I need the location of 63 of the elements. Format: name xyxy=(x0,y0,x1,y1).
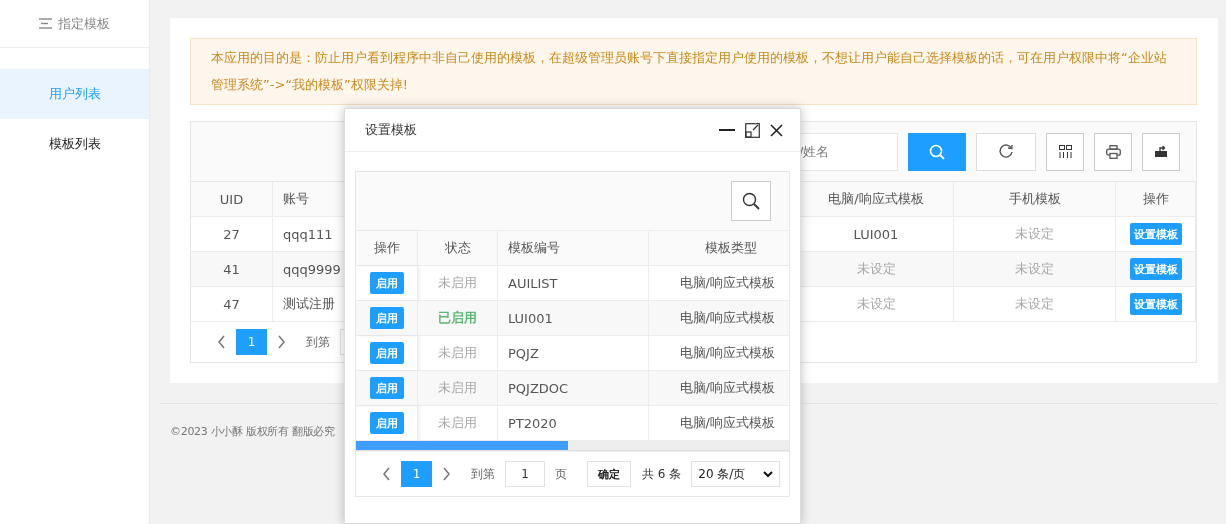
dialog-title: 设置模板 xyxy=(365,121,418,139)
table-cell: 未设定 xyxy=(954,252,1116,287)
chevron-right-icon[interactable] xyxy=(277,335,286,349)
maximize-icon[interactable] xyxy=(745,122,760,138)
column-header: 电脑/响应式模板 xyxy=(799,182,954,217)
table-cell: 电脑/响应式模板 xyxy=(649,301,789,336)
columns-button[interactable] xyxy=(1046,132,1084,171)
status-text: 未启用 xyxy=(438,274,477,292)
search-icon xyxy=(929,143,945,160)
enable-button[interactable]: 启用 xyxy=(369,307,404,329)
refresh-button[interactable] xyxy=(976,132,1036,171)
table-cell: LUI001 xyxy=(498,301,649,336)
set-template-button[interactable]: 设置模板 xyxy=(1129,293,1182,315)
print-button[interactable] xyxy=(1094,132,1132,171)
page-unit-label: 页 xyxy=(555,465,567,483)
horizontal-scrollbar[interactable] xyxy=(356,441,789,451)
search-icon xyxy=(742,192,760,210)
printer-icon xyxy=(1105,144,1121,159)
goto-label: 到第 xyxy=(471,465,495,483)
chevron-left-icon[interactable] xyxy=(382,467,391,481)
chevron-left-icon[interactable] xyxy=(217,335,226,349)
grid-icon xyxy=(1058,145,1072,158)
goto-label: 到第 xyxy=(306,333,330,351)
column-header: 模板类型 xyxy=(649,231,789,266)
caret-icon xyxy=(763,470,774,478)
set-template-button[interactable]: 设置模板 xyxy=(1129,258,1182,280)
table-cell: 电脑/响应式模板 xyxy=(649,371,789,406)
export-icon xyxy=(1154,145,1168,158)
sidebar-item[interactable]: 模板列表 xyxy=(0,119,149,169)
column-header: 模板编号 xyxy=(498,231,649,266)
table-cell: 未设定 xyxy=(954,287,1116,322)
confirm-button[interactable]: 确定 xyxy=(587,461,631,487)
total-count: 共 6 条 xyxy=(642,465,682,483)
status-text: 未启用 xyxy=(438,344,477,362)
refresh-icon xyxy=(998,143,1014,160)
column-header: UID xyxy=(191,182,273,217)
table-cell: 47 xyxy=(191,287,273,322)
page-input[interactable]: 1 xyxy=(505,461,545,487)
export-button[interactable] xyxy=(1142,132,1180,171)
sidebar-item[interactable]: 用户列表 xyxy=(0,69,149,119)
sidebar-title: 指定模板 xyxy=(58,14,110,33)
status-text: 未启用 xyxy=(438,414,477,432)
chevron-right-icon[interactable] xyxy=(442,467,451,481)
close-icon[interactable] xyxy=(770,123,783,137)
table-cell: 未设定 xyxy=(799,252,954,287)
status-text: 已启用 xyxy=(438,309,477,327)
column-header: 操作 xyxy=(356,231,418,266)
table-cell: PQJZDOC xyxy=(498,371,649,406)
page-size-select[interactable]: 20 条/页 xyxy=(691,461,781,487)
column-header: 状态 xyxy=(418,231,498,266)
page-button[interactable]: 1 xyxy=(236,329,267,355)
menu-icon xyxy=(39,18,52,29)
set-template-button[interactable]: 设置模板 xyxy=(1129,223,1182,245)
column-header: 手机模板 xyxy=(954,182,1116,217)
status-text: 未启用 xyxy=(438,379,477,397)
search-button[interactable] xyxy=(731,181,771,221)
enable-button[interactable]: 启用 xyxy=(369,342,404,364)
table-cell: 41 xyxy=(191,252,273,287)
notice-message: 本应用的目的是：防止用户看到程序中非自己使用的模板，在超级管理员账号下直接指定用户使用的模板，不想让用户能自己选择模板的话，可在用户权限中将“企业站管理系统”->“我的模板”权限关掉! xyxy=(190,38,1197,105)
page-button[interactable]: 1 xyxy=(401,461,432,487)
enable-button[interactable]: 启用 xyxy=(369,377,404,399)
enable-button[interactable]: 启用 xyxy=(369,272,404,294)
column-header: 操作 xyxy=(1116,182,1196,217)
